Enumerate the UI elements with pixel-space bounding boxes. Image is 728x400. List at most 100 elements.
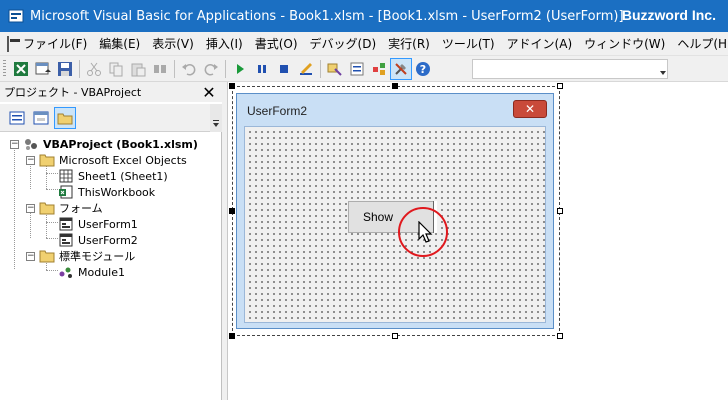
svg-text:?: ? (420, 63, 426, 76)
help-icon[interactable]: ? (412, 58, 434, 80)
redo-icon[interactable] (200, 58, 222, 80)
project-tree: − VBAProject (Book1.xlsm) − Microsoft Ex… (0, 132, 222, 400)
tree-node-sheet1[interactable]: Sheet1 (Sheet1) (58, 168, 169, 184)
excel-icon[interactable] (10, 58, 32, 80)
module-window-icon[interactable] (7, 35, 20, 52)
copy-icon[interactable] (105, 58, 127, 80)
save-icon[interactable] (54, 58, 76, 80)
mouse-cursor-icon (418, 220, 434, 245)
tree-line (46, 222, 58, 223)
close-icon[interactable]: ✕ (513, 100, 547, 118)
tree-line (46, 173, 58, 174)
project-panel-header: プロジェクト - VBAProject (0, 82, 222, 102)
insert-userform-icon[interactable] (32, 58, 54, 80)
tree-label-userform1: UserForm1 (78, 217, 138, 231)
resize-handle[interactable] (229, 333, 235, 339)
vba-app-icon[interactable] (8, 8, 24, 24)
tree-node-module1[interactable]: Module1 (58, 264, 126, 280)
title-bar: Microsoft Visual Basic for Applications … (0, 0, 728, 32)
cursor-position-box (472, 59, 668, 79)
module-icon (58, 265, 74, 279)
close-icon[interactable]: ✕ (200, 84, 218, 102)
resize-handle[interactable] (557, 208, 563, 214)
menu-debug[interactable]: デバッグ(D) (304, 33, 383, 55)
toolbar-separator (225, 59, 226, 78)
resize-handle[interactable] (392, 333, 398, 339)
userform-icon (58, 217, 74, 231)
undo-icon[interactable] (178, 58, 200, 80)
cut-icon[interactable] (83, 58, 105, 80)
menu-edit[interactable]: 編集(E) (93, 33, 146, 55)
brand-watermark: Buzzword Inc. (621, 7, 716, 23)
tree-label-module1: Module1 (78, 265, 125, 279)
tree-node-userform1[interactable]: UserForm1 (58, 216, 139, 232)
resize-handle[interactable] (229, 83, 235, 89)
properties-icon[interactable] (346, 58, 368, 80)
tree-node-vbaproject[interactable]: − VBAProject (Book1.xlsm) (10, 136, 199, 152)
collapse-icon[interactable]: − (26, 251, 35, 261)
folder-open-icon (39, 249, 55, 263)
project-panel-scroll-handle[interactable] (210, 104, 222, 132)
collapse-icon[interactable]: − (26, 155, 35, 165)
toolbar-grip[interactable] (3, 59, 6, 78)
project-explorer-icon[interactable] (324, 58, 346, 80)
menu-addins[interactable]: アドイン(A) (501, 33, 579, 55)
menu-view[interactable]: 表示(V) (146, 33, 200, 55)
toggle-folders-icon[interactable] (54, 106, 76, 129)
tree-label-thisworkbook: ThisWorkbook (78, 185, 156, 199)
find-icon[interactable] (149, 58, 171, 80)
tree-node-thisworkbook[interactable]: ThisWorkbook (58, 184, 156, 200)
tree-label-sheet1: Sheet1 (Sheet1) (78, 169, 168, 183)
menu-window[interactable]: ウィンドウ(W) (578, 33, 671, 55)
reset-icon[interactable] (273, 58, 295, 80)
menu-help[interactable]: ヘルプ(H) (671, 33, 728, 55)
collapse-icon[interactable]: − (26, 203, 35, 213)
menu-run[interactable]: 実行(R) (382, 33, 436, 55)
tree-node-userform2[interactable]: UserForm2 (58, 232, 139, 248)
tree-line (46, 189, 58, 190)
tree-node-excel-objects[interactable]: − Microsoft Excel Objects (26, 152, 188, 168)
menu-tools[interactable]: ツール(T) (436, 33, 501, 55)
worksheet-icon (58, 169, 74, 183)
show-button-label: Show (362, 210, 394, 224)
tree-node-modules[interactable]: − 標準モジュール (26, 248, 136, 264)
userform-title: UserForm2 (247, 104, 308, 118)
object-browser-icon[interactable] (368, 58, 390, 80)
tree-node-forms[interactable]: − フォーム (26, 200, 104, 216)
menu-file[interactable]: ファイル(F) (17, 33, 93, 55)
tree-line (46, 238, 58, 239)
tree-line (46, 270, 58, 271)
menu-format[interactable]: 書式(O) (249, 33, 304, 55)
toolbar-separator (79, 59, 80, 78)
userform-icon (58, 233, 74, 247)
folder-open-icon (39, 153, 55, 167)
toolbar-options-icon[interactable] (658, 59, 668, 79)
menu-insert[interactable]: 挿入(I) (200, 33, 249, 55)
tree-line (14, 147, 15, 269)
resize-handle[interactable] (557, 83, 563, 89)
view-object-icon[interactable] (30, 107, 52, 129)
view-code-icon[interactable] (6, 107, 28, 129)
project-panel-title: プロジェクト - VBAProject (4, 86, 142, 99)
workbook-icon (58, 185, 74, 199)
toolbar-separator (174, 59, 175, 78)
paste-icon[interactable] (127, 58, 149, 80)
window-title: Microsoft Visual Basic for Applications … (30, 8, 624, 24)
tree-label-forms: フォーム (59, 202, 103, 215)
resize-handle[interactable] (229, 208, 235, 214)
toolbox-icon[interactable] (390, 57, 412, 80)
tree-label-vbaproject: VBAProject (Book1.xlsm) (43, 137, 198, 151)
tree-label-userform2: UserForm2 (78, 233, 138, 247)
toolbar-separator (320, 59, 321, 78)
collapse-icon[interactable]: − (10, 139, 19, 149)
folder-open-icon (39, 201, 55, 215)
run-icon[interactable] (229, 58, 251, 80)
break-icon[interactable] (251, 58, 273, 80)
resize-handle[interactable] (392, 83, 398, 89)
design-mode-icon[interactable] (295, 58, 317, 80)
vbaproject-icon (23, 137, 39, 151)
resize-handle[interactable] (557, 333, 563, 339)
menu-bar: ファイル(F) 編集(E) 表示(V) 挿入(I) 書式(O) デバッグ(D) … (0, 32, 728, 56)
tree-label-excel-objects: Microsoft Excel Objects (59, 153, 187, 167)
tree-label-modules: 標準モジュール (59, 250, 136, 263)
